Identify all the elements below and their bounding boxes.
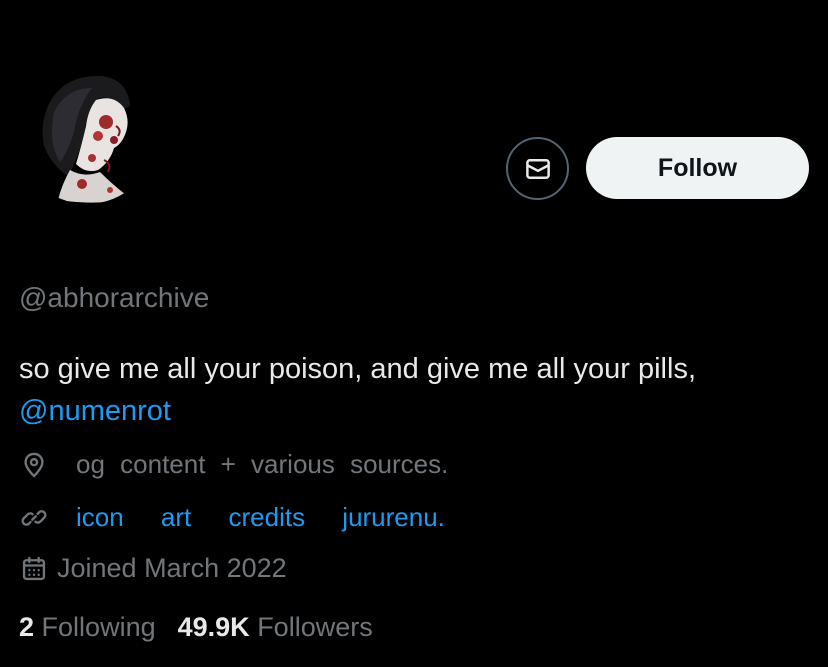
location-text: og content + various sources. (76, 449, 449, 479)
following-label: Following (41, 612, 156, 642)
calendar-icon (19, 554, 49, 584)
profile-joined-date: Joined March 2022 (19, 553, 287, 584)
followers-stat[interactable]: 49.9K Followers (178, 612, 373, 643)
followers-label: Followers (257, 612, 373, 642)
avatar[interactable] (18, 66, 156, 204)
message-button[interactable] (506, 137, 569, 200)
bio-text: so give me all your poison, and give me … (19, 353, 696, 385)
following-stat[interactable]: 2 Following (19, 612, 156, 643)
followers-count: 49.9K (177, 612, 250, 642)
link-icon (19, 503, 49, 533)
following-count: 2 (19, 612, 35, 642)
mail-icon (525, 158, 550, 179)
profile-website[interactable]: icon art credits jururenu. (19, 502, 445, 533)
profile-location: og content + various sources. (19, 449, 448, 480)
profile-bio: so give me all your poison, and give me … (19, 348, 696, 432)
website-link[interactable]: icon art credits jururenu. (76, 502, 445, 533)
avatar-illustration (18, 66, 156, 204)
joined-text: Joined March 2022 (57, 553, 287, 583)
follow-button[interactable]: Follow (586, 137, 809, 199)
bio-mention-link[interactable]: @numenrot (19, 395, 171, 427)
location-pin-icon (19, 450, 49, 480)
profile-handle: @abhorarchive (19, 282, 210, 313)
profile-stats: 2 Following 49.9K Followers (19, 612, 373, 643)
